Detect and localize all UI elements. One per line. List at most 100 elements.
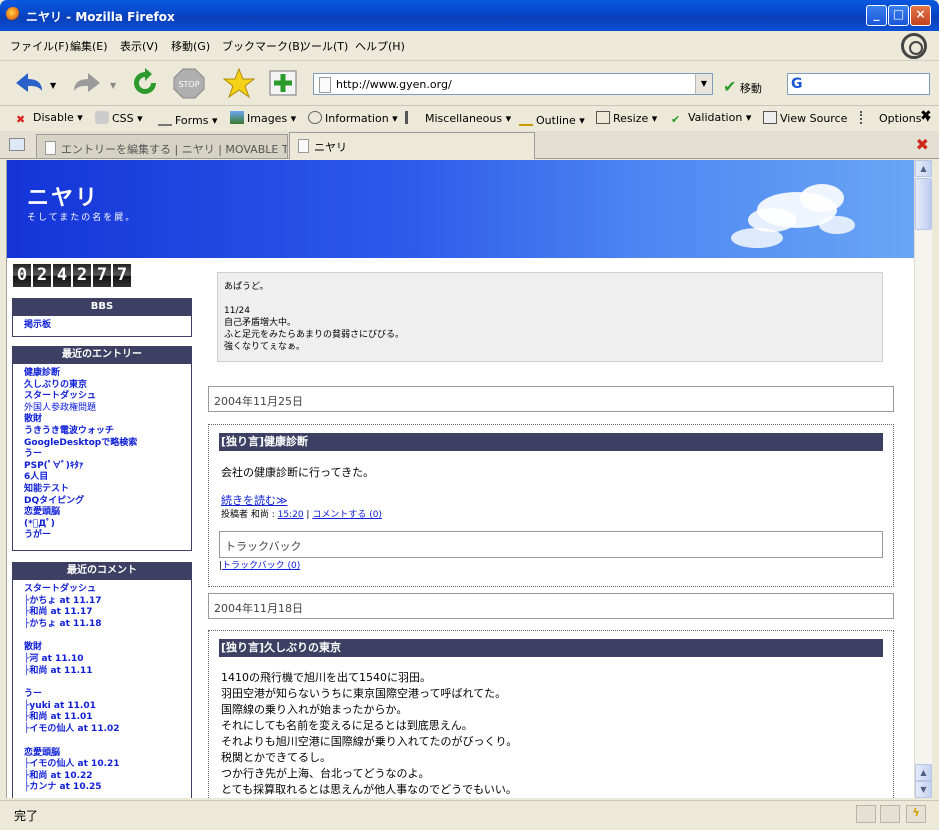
scroll-up-arrow-icon[interactable]: ▲ — [915, 160, 932, 177]
recent-entry-link[interactable]: 久しぶりの東京 — [24, 380, 191, 392]
recent-entry-link[interactable]: 散財 — [24, 414, 191, 426]
dev-validation-menu[interactable]: ✔ Validation ▾ — [671, 111, 751, 126]
recent-entry-link[interactable]: うがー — [24, 530, 191, 542]
dev-information-menu[interactable]: Information ▾ — [308, 111, 398, 125]
intro-box: あぱうど。 11/24 自己矛盾増大中。 ふと足元をみたらあまりの貧弱さにびびる… — [217, 272, 883, 362]
comment-link[interactable]: コメントする (0) — [312, 510, 382, 520]
tab-edit-entry[interactable]: エントリーを編集する | ニヤリ | MOVABLE T... — [36, 134, 288, 158]
dev-view-source-button[interactable]: View Source — [763, 111, 847, 125]
page-icon — [319, 77, 331, 93]
go-check-icon: ✔ — [723, 77, 737, 96]
comment-link[interactable]: ├カンナ at 10.25 — [24, 782, 191, 794]
developer-toolbar: ✖ Disable ▾ CSS ▾ Forms ▾ Images ▾ Inform… — [0, 106, 939, 132]
menu-go[interactable]: 移動(G) — [171, 38, 210, 54]
recent-entry-link[interactable]: PSP(ﾟ∀ﾟ)ｷﾀｧ — [24, 461, 191, 473]
page-icon — [45, 141, 56, 155]
dev-images-menu[interactable]: Images ▾ — [230, 111, 296, 125]
go-button[interactable]: ✔ 移動 — [723, 77, 762, 96]
comment-link[interactable]: ├和尚 at 11.17 — [24, 607, 191, 619]
recent-entry-link[interactable]: うきうき電波ウォッチ — [24, 426, 191, 438]
menu-view[interactable]: 表示(V) — [120, 38, 158, 54]
visitor-counter: 024277 — [13, 264, 133, 287]
recent-entry-link[interactable]: スタートダッシュ — [24, 391, 191, 403]
read-more-link[interactable]: 続きを読む≫ — [221, 493, 288, 509]
outline-pencil-icon — [519, 111, 533, 126]
entry-body: 会社の健康診断に行ってきた。 — [221, 466, 375, 479]
search-input[interactable]: G — [787, 73, 930, 95]
trackback-row: |トラックバック (0) — [219, 561, 301, 571]
trackback-link[interactable]: トラックバック (0) — [222, 561, 300, 571]
recent-entry-link[interactable]: 外国人参政権問題 — [24, 403, 191, 415]
tab-niyari[interactable]: ニヤリ — [289, 132, 535, 159]
back-arrow-icon[interactable] — [12, 67, 46, 99]
new-tab-plus-icon[interactable] — [266, 67, 300, 99]
blog-subtitle: そしてまたの名を屍。 — [27, 213, 137, 223]
menu-help[interactable]: ヘルプ(H) — [355, 38, 405, 54]
bookmark-star-icon[interactable] — [222, 67, 256, 99]
comment-link[interactable]: ├かちょ at 11.18 — [24, 619, 191, 631]
recent-entry-link[interactable]: 6人目 — [24, 472, 191, 484]
entry-time-link[interactable]: 15:20 — [278, 510, 304, 520]
forms-pencil-icon — [158, 111, 172, 126]
menu-bookmarks[interactable]: ブックマーク(B) — [222, 38, 304, 54]
comment-group-title[interactable]: スタートダッシュ — [24, 584, 191, 596]
dev-miscellaneous-menu[interactable]: Miscellaneous ▾ — [405, 111, 511, 125]
comment-group-title[interactable]: うー — [24, 689, 191, 701]
forward-arrow-icon[interactable] — [70, 67, 104, 99]
scroll-up-small-arrow-icon[interactable]: ▲ — [915, 764, 932, 781]
url-bar[interactable]: http://www.gyen.org/ ▼ — [313, 73, 713, 95]
comment-link[interactable]: ├イモの仙人 at 10.21 — [24, 759, 191, 771]
stop-icon[interactable]: STOP — [172, 67, 206, 99]
recent-entry-link[interactable]: 知能テスト — [24, 484, 191, 496]
comment-link[interactable]: ├yuki at 11.01 — [24, 701, 191, 713]
menu-file[interactable]: ファイル(F) — [10, 38, 69, 54]
lightning-icon[interactable]: ϟ — [906, 805, 926, 823]
reload-icon[interactable] — [128, 67, 162, 99]
firefox-logo-icon — [6, 7, 20, 21]
comment-group-title[interactable]: 恋愛頭脳 — [24, 748, 191, 760]
back-dropdown-icon[interactable]: ▼ — [50, 81, 56, 90]
comment-link[interactable]: ├和尚 at 11.11 — [24, 666, 191, 678]
minimize-button[interactable]: _ — [866, 5, 887, 26]
dev-disable-menu[interactable]: ✖ Disable ▾ — [16, 111, 83, 126]
url-dropdown-icon[interactable]: ▼ — [695, 74, 712, 94]
dev-css-menu[interactable]: CSS ▾ — [95, 111, 143, 125]
status-bar: 完了 ϟ — [0, 800, 939, 830]
comment-link[interactable]: ├和尚 at 11.01 — [24, 712, 191, 724]
url-text: http://www.gyen.org/ — [336, 78, 452, 91]
recent-entry-link[interactable]: うー — [24, 449, 191, 461]
close-tab-icon[interactable]: ✖ — [916, 135, 929, 154]
trackback-box: トラックバック — [219, 531, 883, 558]
recent-entry-link[interactable]: 恋愛頭脳 — [24, 507, 191, 519]
comment-link[interactable]: ├和尚 at 10.22 — [24, 771, 191, 783]
blog-entry: [独り言]健康診断 会社の健康診断に行ってきた。 続きを読む≫ 投稿者 和尚 :… — [208, 424, 894, 587]
menu-tools[interactable]: ツール(T) — [300, 38, 348, 54]
scroll-thumb[interactable] — [915, 178, 932, 230]
close-toolbar-x-icon[interactable]: ✖ — [920, 108, 932, 124]
recent-entry-link[interactable]: GoogleDesktopで略検索 — [24, 438, 191, 450]
comment-link[interactable]: ├河 at 11.10 — [24, 654, 191, 666]
recent-entry-link[interactable]: 健康診断 — [24, 368, 191, 380]
vertical-scrollbar[interactable]: ▲ ▲ ▼ — [914, 160, 932, 798]
recent-entry-link[interactable]: (*ﾟДﾟ) — [24, 519, 191, 531]
dev-resize-menu[interactable]: Resize ▾ — [596, 111, 657, 125]
comment-group-title[interactable]: 散財 — [24, 642, 191, 654]
close-window-button[interactable]: × — [910, 5, 931, 26]
comment-link[interactable]: ├イモの仙人 at 11.02 — [24, 724, 191, 736]
sidebar-bbs: BBS 掲示板 — [12, 298, 192, 337]
dev-outline-menu[interactable]: Outline ▾ — [519, 111, 585, 127]
popup-blocker-icon[interactable] — [880, 805, 900, 823]
maximize-button[interactable]: □ — [888, 5, 909, 26]
menu-edit[interactable]: 編集(E) — [70, 38, 108, 54]
navigation-toolbar: ▼ ▼ STOP http://www.gyen.org/ ▼ ✔ 移動 G — [0, 61, 939, 106]
dev-forms-menu[interactable]: Forms ▾ — [158, 111, 217, 127]
resize-icon — [596, 111, 610, 124]
comment-link[interactable]: ├かちょ at 11.17 — [24, 596, 191, 608]
recent-entry-link[interactable]: DQタイピング — [24, 496, 191, 508]
page-icon — [298, 139, 309, 153]
bbs-link[interactable]: 掲示板 — [24, 320, 191, 332]
forward-dropdown-icon[interactable]: ▼ — [110, 81, 116, 90]
blog-title[interactable]: ニヤリ — [27, 180, 99, 212]
new-tab-icon[interactable] — [9, 138, 25, 151]
scroll-down-arrow-icon[interactable]: ▼ — [915, 781, 932, 798]
